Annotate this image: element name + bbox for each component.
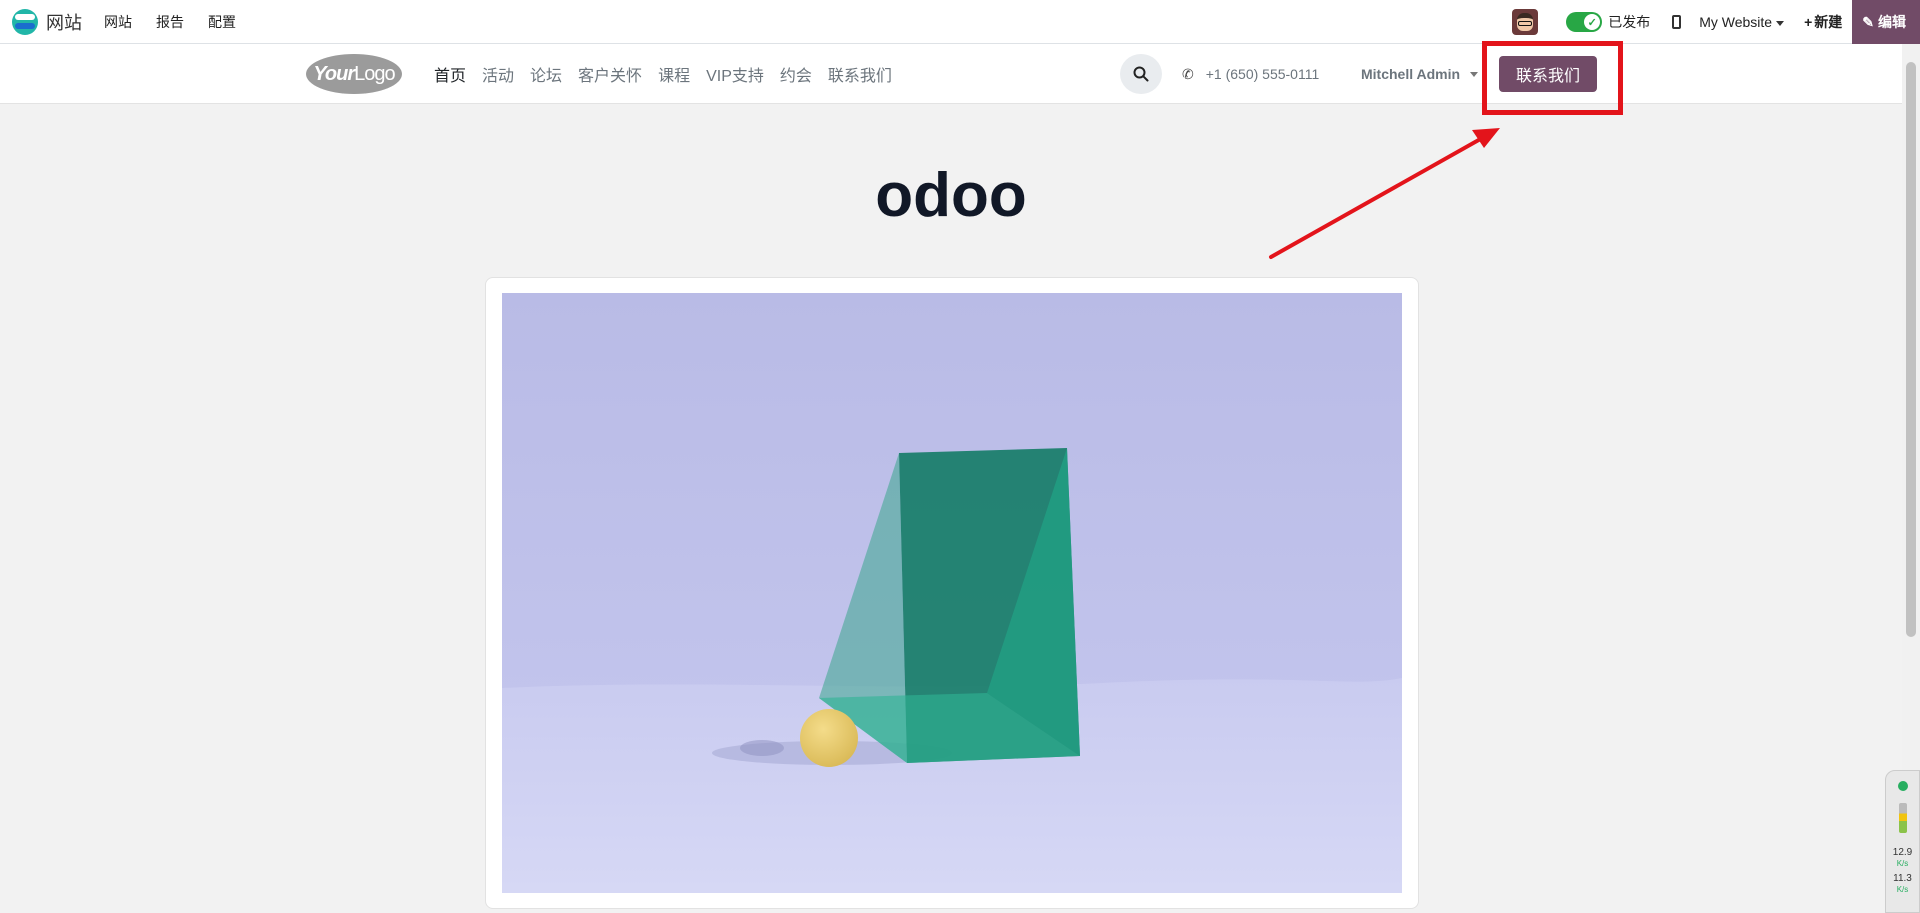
admin-right-controls: ✓ 已发布 My Website + 新建 ✎ 编辑 <box>1512 0 1920 44</box>
mobile-preview-icon[interactable] <box>1672 15 1682 29</box>
odoo-app-icon <box>12 8 38 35</box>
admin-menu: 网站 报告 配置 <box>104 12 236 32</box>
admin-menu-config[interactable]: 配置 <box>208 12 236 32</box>
upload-speed-unit: K/s <box>1896 859 1909 868</box>
upload-speed-value: 12.9 <box>1892 847 1913 858</box>
plus-icon: + <box>1804 14 1813 30</box>
logo-text-logo: Logo <box>354 62 395 85</box>
admin-menu-website[interactable]: 网站 <box>104 12 132 32</box>
new-button[interactable]: + 新建 <box>1804 12 1842 32</box>
edit-button[interactable]: ✎ 编辑 <box>1852 0 1920 44</box>
avatar-face-icon <box>1517 13 1534 31</box>
user-avatar[interactable] <box>1512 9 1539 35</box>
phone-icon: ✆ <box>1182 65 1194 82</box>
published-label: 已发布 <box>1608 14 1651 30</box>
search-icon <box>1133 66 1149 82</box>
website-header: Your Logo 首页 活动 论坛 客户关怀 课程 VIP支持 约会 联系我们 … <box>0 44 1902 104</box>
admin-menu-reports[interactable]: 报告 <box>156 12 184 32</box>
signal-bar-icon <box>1898 803 1907 833</box>
upload-speed: 12.9 K/s <box>1886 847 1919 869</box>
nav-item-courses[interactable]: 课程 <box>658 62 690 86</box>
site-logo[interactable]: Your Logo <box>306 54 402 94</box>
nav-item-home[interactable]: 首页 <box>434 62 466 86</box>
nav-item-vip-support[interactable]: VIP支持 <box>706 62 764 86</box>
phone-number: +1 (650) 555-0111 <box>1205 66 1320 82</box>
download-speed: 11.3 K/s <box>1886 873 1919 895</box>
edit-button-label: 编辑 <box>1878 14 1906 30</box>
search-button[interactable] <box>1120 54 1162 94</box>
nav-item-events[interactable]: 活动 <box>482 62 514 86</box>
pencil-icon: ✎ <box>1862 13 1874 30</box>
download-speed-unit: K/s <box>1896 885 1909 894</box>
status-dot-icon <box>1897 781 1908 791</box>
contact-us-button[interactable]: 联系我们 <box>1499 56 1597 92</box>
download-speed-value: 11.3 <box>1893 873 1912 884</box>
main-nav: 首页 活动 论坛 客户关怀 课程 VIP支持 约会 联系我们 <box>434 44 892 104</box>
nav-item-appointments[interactable]: 约会 <box>780 62 812 86</box>
website-selector-label: My Website <box>1699 14 1773 30</box>
hero-title: odoo <box>875 161 1027 230</box>
logo-text-your: Your <box>313 62 355 85</box>
nav-item-contact[interactable]: 联系我们 <box>828 62 892 86</box>
hero-card <box>485 277 1419 909</box>
caret-down-icon <box>1776 20 1785 26</box>
user-name: Mitchell Admin <box>1361 66 1461 82</box>
hero-image <box>502 293 1402 893</box>
scrollbar-thumb[interactable] <box>1906 62 1916 637</box>
hero-illustration <box>502 293 1402 893</box>
nav-item-customer-care[interactable]: 客户关怀 <box>578 62 642 86</box>
net-speed-widget: 12.9 K/s 11.3 K/s <box>1885 770 1920 913</box>
nav-item-forum[interactable]: 论坛 <box>530 62 562 86</box>
user-menu[interactable]: Mitchell Admin <box>1361 44 1479 104</box>
new-button-label: 新建 <box>1814 14 1843 30</box>
admin-navbar: 网站 网站 报告 配置 ✓ 已发布 My Website + 新建 ✎ 编辑 <box>0 0 1920 44</box>
app-name: 网站 <box>46 12 82 33</box>
caret-down-icon <box>1470 71 1479 77</box>
website-selector[interactable]: My Website <box>1699 14 1785 30</box>
apps-brand[interactable]: 网站 <box>12 8 82 35</box>
phone-link[interactable]: ✆ +1 (650) 555-0111 <box>1182 44 1319 104</box>
check-icon: ✓ <box>1584 14 1601 30</box>
publish-toggle[interactable]: ✓ <box>1566 12 1603 32</box>
